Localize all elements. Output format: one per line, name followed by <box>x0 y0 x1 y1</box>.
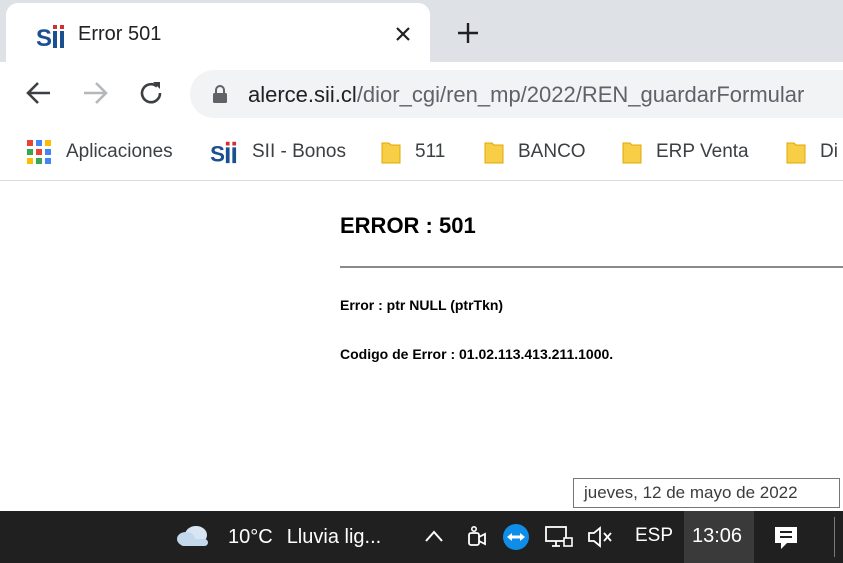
apps-grid-icon <box>27 140 51 164</box>
language-indicator[interactable]: ESP <box>635 525 673 547</box>
folder-icon <box>622 142 642 164</box>
error-title: ERROR : 501 <box>340 213 476 238</box>
bookmark-banco[interactable]: BANCO <box>484 138 586 166</box>
clock-time: 13:06 <box>692 525 743 547</box>
sii-logo-icon: S <box>210 141 237 165</box>
back-arrow-icon[interactable] <box>24 78 54 108</box>
bookmark-di[interactable]: Di <box>786 138 838 166</box>
cloud-rain-icon <box>177 526 208 546</box>
svg-text:S: S <box>36 25 52 50</box>
folder-icon <box>786 142 806 164</box>
lock-icon[interactable] <box>212 84 228 104</box>
url-host: alerce.sii.cl <box>248 82 357 107</box>
bookmark-511[interactable]: 511 <box>381 138 445 166</box>
bookmark-label: Aplicaciones <box>66 141 173 162</box>
reload-icon[interactable] <box>136 78 166 108</box>
bookmark-label: SII - Bonos <box>252 141 346 162</box>
meet-now-icon[interactable] <box>466 525 488 549</box>
url-text[interactable]: alerce.sii.cl/dior_cgi/ren_mp/2022/REN_g… <box>248 82 804 108</box>
tab-title: Error 501 <box>78 23 162 45</box>
bookmark-label: ERP Venta <box>656 141 749 162</box>
close-icon[interactable] <box>394 25 412 43</box>
volume-muted-icon[interactable] <box>586 525 614 549</box>
folder-icon <box>381 142 401 164</box>
clock-area[interactable]: 13:06 <box>684 511 754 563</box>
divider <box>340 266 843 268</box>
error-code: Codigo de Error : 01.02.113.413.211.1000… <box>340 346 614 362</box>
url-path: /dior_cgi/ren_mp/2022/REN_guardarFormula… <box>356 82 805 107</box>
bookmark-sii-bonos[interactable]: S SII - Bonos <box>210 138 346 166</box>
tab-strip: S Error 501 <box>0 0 843 62</box>
teamviewer-icon[interactable] <box>502 523 530 551</box>
new-tab-plus-icon[interactable] <box>457 22 479 44</box>
bookmark-label: Di <box>820 141 838 162</box>
browser-toolbar: alerce.sii.cl/dior_cgi/ren_mp/2022/REN_g… <box>0 62 843 126</box>
bookmark-erp-venta[interactable]: ERP Venta <box>622 138 749 166</box>
page-content: ERROR : 501 Error : ptr NULL (ptrTkn) Co… <box>0 181 843 511</box>
forward-arrow-icon[interactable] <box>80 78 110 108</box>
svg-text:S: S <box>210 141 225 165</box>
folder-icon <box>484 142 504 164</box>
date-tooltip: jueves, 12 de mayo de 2022 <box>573 478 840 508</box>
notification-center-icon[interactable] <box>772 524 800 552</box>
address-bar[interactable]: alerce.sii.cl/dior_cgi/ren_mp/2022/REN_g… <box>190 70 843 118</box>
active-tab[interactable]: S Error 501 <box>6 3 430 62</box>
weather-desc: Lluvia lig... <box>286 525 382 548</box>
bookmarks-bar: Aplicaciones S SII - Bonos 511 BANCO ERP… <box>0 126 843 181</box>
windows-taskbar: 10°C Lluvia lig... ESP 13:06 <box>0 511 843 563</box>
error-message: Error : ptr NULL (ptrTkn) <box>340 297 504 313</box>
weather-widget[interactable]: 10°C Lluvia lig... <box>176 511 381 563</box>
show-desktop-divider[interactable] <box>834 517 835 557</box>
bookmark-label: BANCO <box>518 141 586 162</box>
network-icon[interactable] <box>544 524 574 550</box>
chevron-up-icon[interactable] <box>424 529 444 543</box>
weather-temp: 10°C <box>228 525 273 548</box>
bookmark-aplicaciones[interactable]: Aplicaciones <box>26 138 173 166</box>
sii-logo-icon: S <box>36 25 64 50</box>
bookmark-label: 511 <box>415 141 446 162</box>
